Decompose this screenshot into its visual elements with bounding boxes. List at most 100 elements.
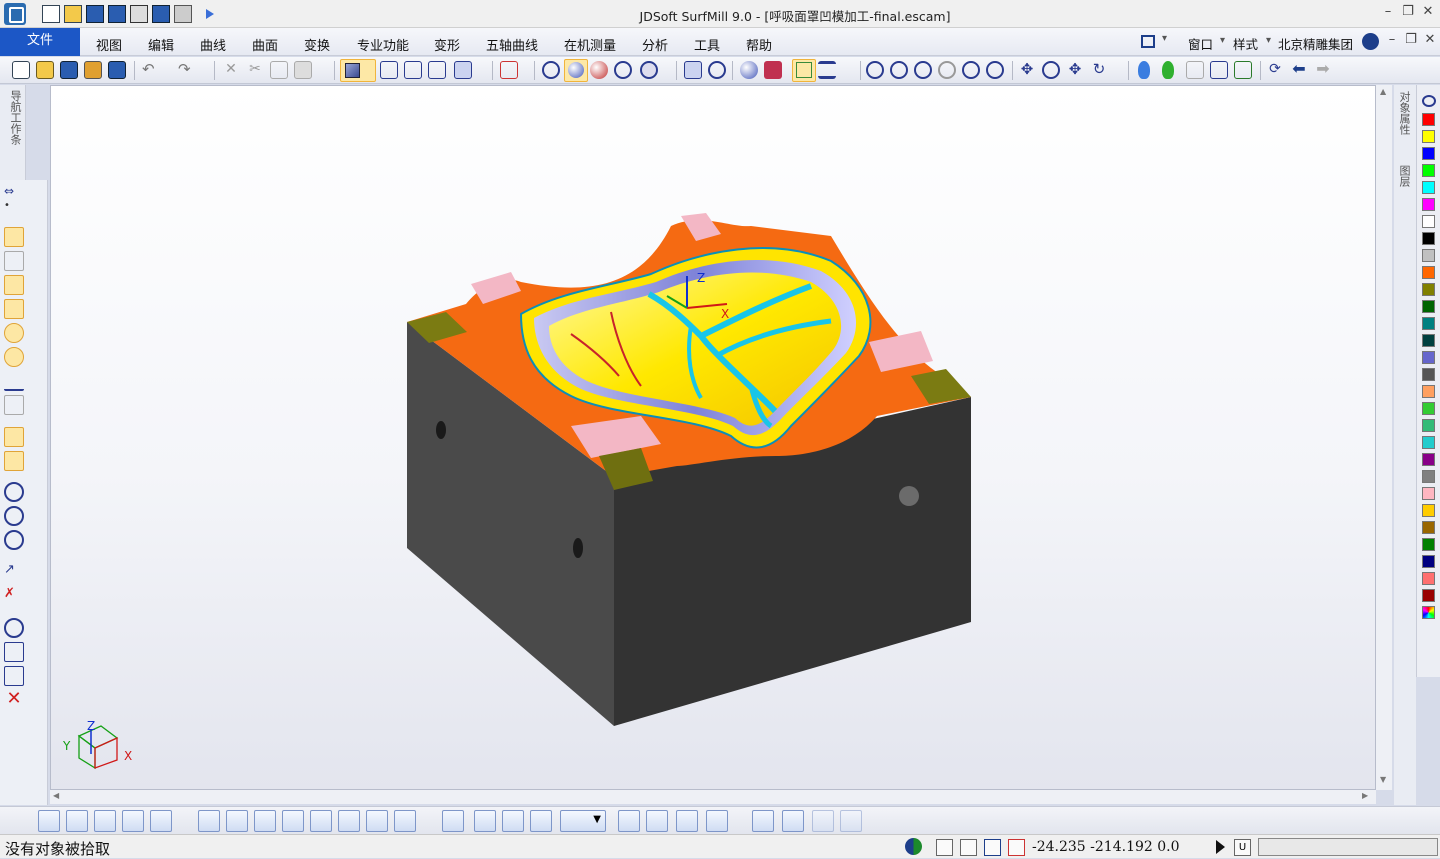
- scroll-right-icon[interactable]: ▶: [1362, 791, 1368, 800]
- display-edge-icon[interactable]: [708, 61, 726, 79]
- color-swatch[interactable]: [1422, 453, 1435, 466]
- dimension-icon[interactable]: [4, 371, 24, 391]
- color-swatch[interactable]: [1422, 300, 1435, 313]
- color-swatch[interactable]: [1422, 470, 1435, 483]
- color-swatch[interactable]: [1422, 249, 1435, 262]
- color-swatch[interactable]: [1422, 504, 1435, 517]
- menu-deform[interactable]: 变形: [434, 35, 460, 54]
- copy-icon[interactable]: [270, 61, 288, 79]
- redo-icon[interactable]: ↷: [178, 61, 196, 79]
- select-chain-icon[interactable]: [94, 810, 116, 832]
- paste-icon[interactable]: [294, 61, 312, 79]
- select-body-icon[interactable]: [310, 810, 332, 832]
- horizontal-scrollbar[interactable]: ◀ ▶: [50, 790, 1376, 804]
- color-swatch[interactable]: [1422, 538, 1435, 551]
- close-button[interactable]: ✕: [1418, 4, 1438, 19]
- zoom-in-icon[interactable]: [914, 61, 932, 79]
- zoom-window-icon[interactable]: [866, 61, 884, 79]
- layers-tab[interactable]: 图层: [1398, 165, 1411, 187]
- color-swatch[interactable]: [1422, 266, 1435, 279]
- color-swatch[interactable]: [1422, 487, 1435, 500]
- select-point-icon[interactable]: [198, 810, 220, 832]
- select-all-icon[interactable]: [394, 810, 416, 832]
- color-icon[interactable]: [764, 61, 782, 79]
- line-tool-icon[interactable]: [4, 227, 24, 247]
- select-surface-icon[interactable]: [254, 810, 276, 832]
- shade-mode-button[interactable]: [340, 59, 376, 82]
- menu-window[interactable]: 窗口: [1188, 34, 1213, 53]
- filter-dropdown[interactable]: ▼: [560, 810, 606, 832]
- view-front-icon[interactable]: [380, 61, 398, 79]
- measure-icon[interactable]: [4, 642, 24, 662]
- snap-status-icon[interactable]: [1008, 839, 1025, 856]
- snap-mid-icon[interactable]: [676, 810, 698, 832]
- snap-grid-icon[interactable]: [618, 810, 640, 832]
- color-swatch[interactable]: [1422, 164, 1435, 177]
- menu-style[interactable]: 样式: [1233, 34, 1258, 53]
- scroll-up-icon[interactable]: ▲: [1380, 87, 1386, 96]
- color-swatch[interactable]: [1422, 181, 1435, 194]
- circle-tool-icon[interactable]: [4, 323, 24, 343]
- undo-selection-icon[interactable]: [812, 810, 834, 832]
- menu-analysis[interactable]: 分析: [642, 35, 668, 54]
- cross-line-icon[interactable]: [4, 251, 24, 271]
- arc-tool-icon[interactable]: [4, 347, 24, 367]
- select-line-icon[interactable]: [226, 810, 248, 832]
- color-swatch[interactable]: [1422, 436, 1435, 449]
- scroll-down-icon[interactable]: ▼: [1380, 775, 1386, 784]
- menu-transform[interactable]: 变换: [304, 35, 330, 54]
- pick-tool-icon[interactable]: ↗: [4, 562, 24, 582]
- render-sphere-icon[interactable]: [590, 61, 608, 79]
- segment-icon[interactable]: [4, 275, 24, 295]
- light-off-icon[interactable]: [1186, 61, 1204, 79]
- fit-icon[interactable]: [1210, 61, 1228, 79]
- light-green-icon[interactable]: [1162, 61, 1174, 79]
- menu-view[interactable]: 视图: [96, 35, 122, 54]
- surface-extend-icon[interactable]: [4, 506, 24, 526]
- menu-tools[interactable]: 工具: [694, 35, 720, 54]
- color-swatch[interactable]: [1422, 215, 1435, 228]
- print-icon[interactable]: [84, 61, 102, 79]
- filter-b-icon[interactable]: [474, 810, 496, 832]
- intersect-icon[interactable]: [4, 299, 24, 319]
- doc-restore-button[interactable]: ❐: [1401, 32, 1421, 47]
- menu-edit[interactable]: 编辑: [148, 35, 174, 54]
- zoom-center-icon[interactable]: [1042, 61, 1060, 79]
- menu-curve[interactable]: 曲线: [200, 35, 226, 54]
- select-curve-icon[interactable]: [122, 810, 144, 832]
- display-mesh-icon[interactable]: [684, 61, 702, 79]
- save-file-icon[interactable]: [60, 61, 78, 79]
- filter-a-icon[interactable]: [442, 810, 464, 832]
- zoom-out-icon[interactable]: [890, 61, 908, 79]
- light-blue-icon[interactable]: [1138, 61, 1150, 79]
- view-iso-icon[interactable]: [454, 61, 472, 79]
- color-swatch[interactable]: [1422, 147, 1435, 160]
- trim-icon[interactable]: [4, 395, 24, 415]
- restore-button[interactable]: ❐: [1398, 4, 1418, 19]
- open-file-icon[interactable]: [36, 61, 54, 79]
- transparency-icon[interactable]: [640, 61, 658, 79]
- mode-indicator[interactable]: U: [1234, 839, 1251, 856]
- palette-settings-icon[interactable]: [1422, 95, 1436, 107]
- menu-file[interactable]: 文件: [0, 28, 80, 56]
- shaded-sphere-button[interactable]: [564, 59, 588, 82]
- color-swatch[interactable]: [1422, 283, 1435, 296]
- coordinate-system-icon[interactable]: [500, 61, 518, 79]
- vertical-scrollbar[interactable]: ▲ ▼: [1376, 85, 1392, 790]
- fullscreen-icon[interactable]: [1141, 35, 1155, 48]
- cut-icon[interactable]: ✂: [246, 61, 264, 79]
- point-icon[interactable]: •: [4, 200, 24, 220]
- doc-minimize-button[interactable]: –: [1382, 32, 1402, 47]
- save-all-icon[interactable]: [108, 61, 126, 79]
- group-icon[interactable]: [4, 618, 24, 638]
- snap-center-icon[interactable]: [706, 810, 728, 832]
- pick-filter-button[interactable]: [792, 59, 816, 82]
- zoom-all-icon[interactable]: [986, 61, 1004, 79]
- material-icon[interactable]: [740, 61, 758, 79]
- hidden-line-icon[interactable]: [614, 61, 632, 79]
- select-arrow-icon[interactable]: [38, 810, 60, 832]
- color-swatch[interactable]: [1422, 555, 1435, 568]
- move-view-icon[interactable]: ✥: [1066, 61, 1084, 79]
- company-label[interactable]: 北京精雕集团: [1278, 34, 1353, 53]
- arrow-left-icon[interactable]: ⬅: [1290, 61, 1308, 79]
